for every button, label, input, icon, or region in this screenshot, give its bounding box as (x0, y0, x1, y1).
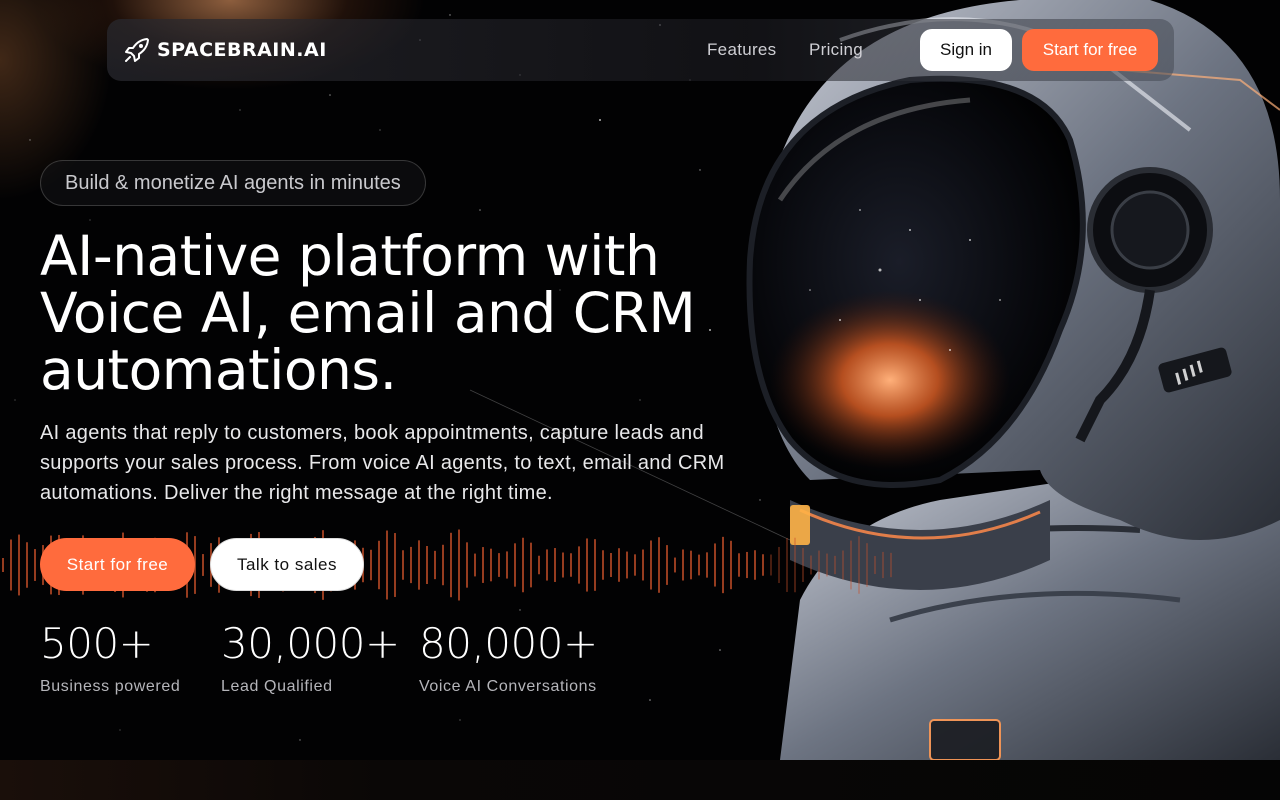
waveform-bar (482, 547, 484, 583)
waveform-bar (834, 555, 836, 575)
stat-label: Business powered (40, 678, 181, 695)
waveform-bar (18, 534, 20, 596)
headline-line-1: AI-native platform with (40, 224, 660, 288)
nav-link-pricing[interactable]: Pricing (809, 40, 863, 60)
hero-subtext: AI agents that reply to customers, book … (40, 422, 725, 504)
rocket-icon (125, 38, 149, 62)
waveform-bar (634, 554, 636, 576)
waveform-bar (418, 540, 420, 590)
waveform-bar (842, 550, 844, 580)
waveform-bar (882, 551, 884, 579)
waveform-bar (426, 545, 428, 585)
waveform-bar (514, 543, 516, 587)
waveform-bar (466, 542, 468, 588)
sign-in-button[interactable]: Sign in (920, 29, 1012, 71)
headline-line-2: Voice AI, email and CRM (40, 281, 696, 345)
waveform-bar (770, 554, 772, 576)
waveform-bar (794, 537, 796, 593)
waveform-bar (490, 548, 492, 582)
waveform-bar (498, 553, 500, 577)
waveform-bar (562, 552, 564, 578)
waveform-bar (410, 546, 412, 584)
nav-link-features[interactable]: Features (707, 40, 777, 60)
waveform-bar (610, 553, 612, 577)
waveform-bar (506, 551, 508, 579)
waveform-bar (618, 548, 620, 582)
waveform-bar (530, 542, 532, 588)
waveform-bar (714, 543, 716, 587)
waveform-bar (626, 551, 628, 579)
waveform-bar (458, 529, 460, 601)
waveform-bar (762, 554, 764, 576)
waveform-bar (602, 550, 604, 580)
waveform-bar (754, 550, 756, 580)
stat-conversations: 80,000+ Voice AI Conversations (419, 620, 598, 696)
waveform-bar (554, 548, 556, 582)
footer-band (0, 760, 1280, 800)
waveform-bar (10, 539, 12, 591)
waveform-bar (370, 549, 372, 581)
waveform-bar (546, 549, 548, 581)
waveform-bar (802, 548, 804, 582)
waveform-bar (386, 530, 388, 600)
waveform-bar (666, 545, 668, 585)
waveform-bar (778, 546, 780, 584)
waveform-bar (578, 546, 580, 584)
nav-start-free-button[interactable]: Start for free (1022, 29, 1158, 71)
waveform-bar (202, 554, 204, 576)
waveform-bar (650, 540, 652, 590)
waveform-bar (34, 549, 36, 581)
stat-label: Voice AI Conversations (419, 678, 597, 695)
waveform-bar (586, 538, 588, 592)
waveform-bar (818, 550, 820, 580)
waveform-bar (658, 537, 660, 593)
waveform-bar (394, 533, 396, 597)
waveform-bar (2, 558, 4, 572)
stat-value: 500+ (40, 619, 154, 668)
top-navbar: SPACEBRAIN.AI Features Pricing Sign in S… (107, 19, 1174, 81)
waveform-bar (594, 539, 596, 591)
waveform-bar (690, 550, 692, 580)
waveform-bar (474, 553, 476, 577)
waveform-bar (642, 549, 644, 581)
waveform-bar (874, 556, 876, 574)
waveform-bar (850, 540, 852, 590)
waveform-bar (738, 553, 740, 577)
waveform-bar (810, 555, 812, 575)
waveform-bar (682, 549, 684, 581)
waveform-bar (722, 536, 724, 594)
brand-name: SPACEBRAIN.AI (157, 39, 327, 61)
waveform-bar (442, 544, 444, 586)
stat-label: Lead Qualified (221, 678, 333, 695)
hero-badge: Build & monetize AI agents in minutes (40, 160, 426, 206)
waveform-bar (450, 532, 452, 598)
stat-business: 500+ Business powered (40, 620, 180, 696)
waveform-bar (706, 552, 708, 578)
waveform-bar (890, 552, 892, 578)
stat-value: 80,000+ (419, 619, 598, 668)
astronaut-illustration (746, 0, 1280, 760)
waveform-bar (826, 553, 828, 577)
stat-value: 30,000+ (221, 619, 400, 668)
waveform-bar (378, 540, 380, 590)
waveform-bar (698, 554, 700, 576)
waveform-bar (730, 540, 732, 590)
brand-logo[interactable]: SPACEBRAIN.AI (123, 35, 327, 65)
waveform-bar (522, 537, 524, 593)
waveform-bar (866, 543, 868, 587)
start-free-button[interactable]: Start for free (40, 538, 195, 591)
waveform-bar (570, 553, 572, 577)
stat-leads: 30,000+ Lead Qualified (221, 620, 400, 696)
waveform-bar (26, 542, 28, 588)
hero-headline: AI-native platform with Voice AI, email … (40, 228, 740, 399)
waveform-bar (674, 557, 676, 573)
waveform-bar (434, 550, 436, 580)
waveform-bar (858, 536, 860, 594)
waveform-bar (746, 551, 748, 579)
waveform-bar (402, 550, 404, 580)
headline-line-3: automations. (40, 338, 397, 402)
waveform-bar (786, 538, 788, 592)
waveform-bar (538, 555, 540, 575)
talk-to-sales-button[interactable]: Talk to sales (210, 538, 364, 591)
